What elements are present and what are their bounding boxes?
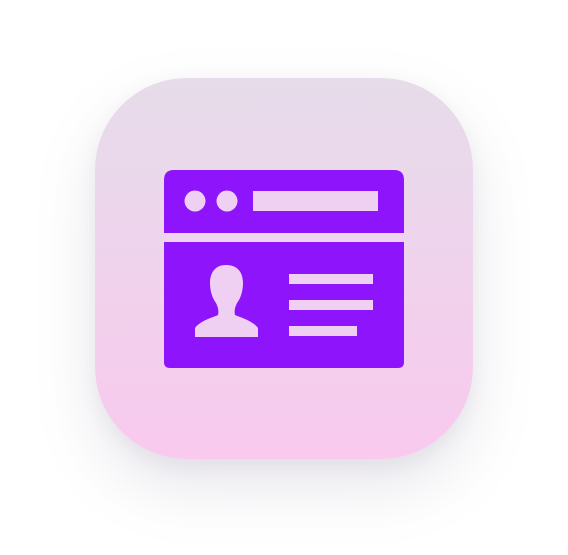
text-line: [289, 274, 373, 284]
window-dot-icon: [216, 190, 238, 212]
canvas: [0, 0, 568, 555]
app-icon[interactable]: [95, 78, 473, 459]
address-bar: [253, 191, 378, 211]
text-line: [289, 326, 357, 336]
window-dot-icon: [184, 190, 206, 212]
profile-card-window-icon: [95, 78, 473, 459]
text-line: [289, 300, 373, 310]
